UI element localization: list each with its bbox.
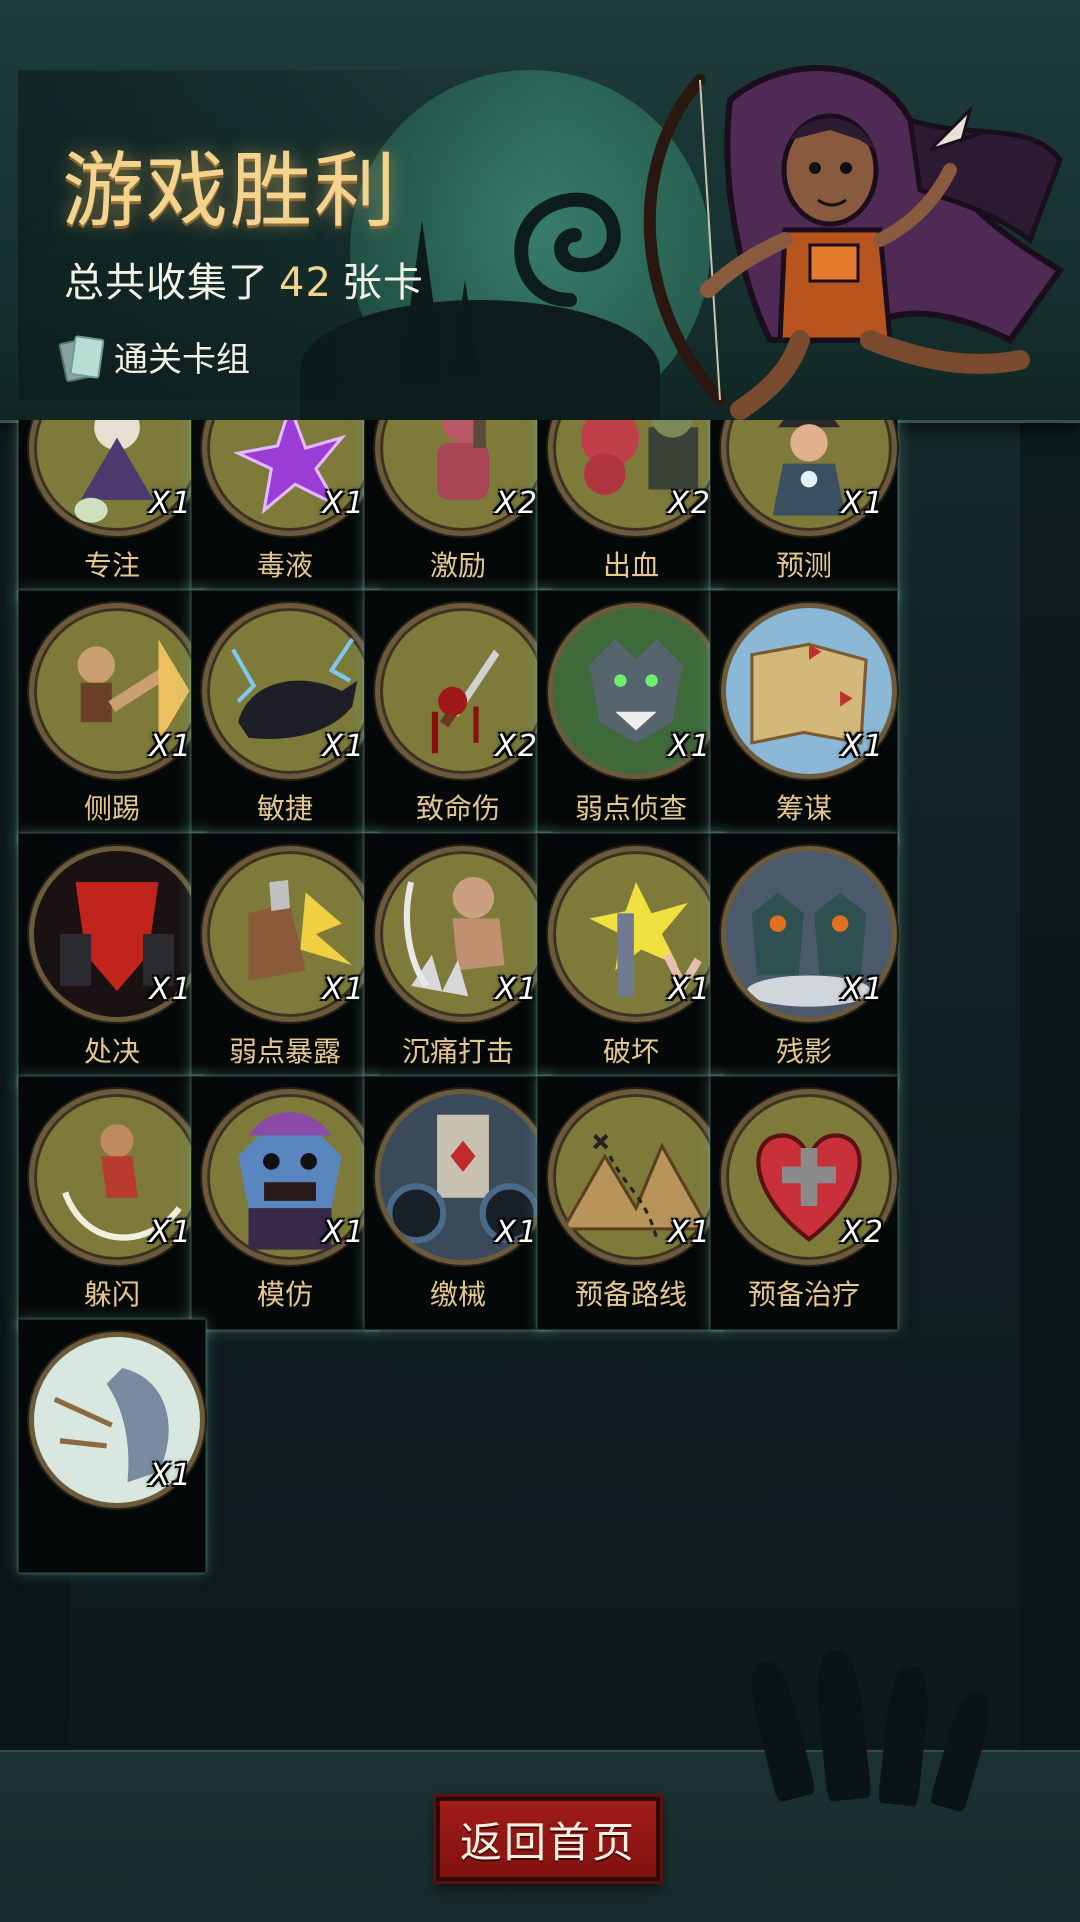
card-name: 预测 bbox=[775, 549, 832, 582]
cards-collected-summary: 总共收集了 42 张卡 bbox=[64, 250, 424, 308]
summary-suffix: 张卡 bbox=[341, 260, 424, 306]
card-name: 预备路线 bbox=[574, 1278, 687, 1311]
card-tile[interactable]: X2 预备治疗 bbox=[710, 1076, 898, 1330]
card-collection-grid: X1 专注 X1 毒液 X2 激励 X2 出血 X1 预测 X1 侧踢 X1 敏捷 X2 致命伤 X1 弱点侦查 X… bbox=[0, 420, 1080, 1750]
card-tile[interactable]: X1 残影 bbox=[710, 833, 898, 1087]
card-tile[interactable]: X1 bbox=[18, 1319, 206, 1573]
card-tile[interactable]: X1 缴械 bbox=[364, 1076, 552, 1330]
card-tile[interactable]: X1 躲闪 bbox=[18, 1076, 206, 1330]
card-count: X1 bbox=[841, 486, 885, 521]
card-tile[interactable]: X1 毒液 bbox=[191, 420, 379, 601]
card-count: X2 bbox=[495, 729, 539, 764]
card-name: 残影 bbox=[775, 1035, 832, 1068]
card-count: X1 bbox=[841, 729, 885, 764]
card-name: 致命伤 bbox=[415, 792, 500, 825]
card-tile[interactable]: X2 激励 bbox=[364, 420, 552, 601]
card-tile[interactable]: X1 处决 bbox=[18, 833, 206, 1087]
card-count: X1 bbox=[668, 729, 712, 764]
card-count: X2 bbox=[495, 486, 539, 521]
card-tile[interactable]: X1 弱点暴露 bbox=[191, 833, 379, 1087]
card-tile[interactable]: X1 敏捷 bbox=[191, 590, 379, 844]
return-home-button[interactable]: 返回首页 bbox=[436, 1797, 660, 1881]
cards-icon bbox=[58, 334, 105, 383]
card-name: 弱点侦查 bbox=[574, 792, 687, 825]
card-count: X1 bbox=[149, 1458, 193, 1493]
clear-deck-button[interactable]: 通关卡组 bbox=[58, 330, 250, 383]
card-count: X1 bbox=[149, 1215, 193, 1250]
clear-deck-label: 通关卡组 bbox=[114, 339, 250, 380]
card-tile[interactable]: X1 沉痛打击 bbox=[364, 833, 552, 1087]
card-tile[interactable]: X1 弱点侦查 bbox=[537, 590, 725, 844]
card-count: X1 bbox=[322, 729, 366, 764]
card-tile[interactable]: X2 出血 bbox=[537, 420, 725, 601]
card-count: X1 bbox=[841, 972, 885, 1007]
card-name: 预备治疗 bbox=[747, 1278, 860, 1311]
summary-prefix: 总共收集了 bbox=[64, 260, 269, 306]
card-count: X1 bbox=[495, 1215, 539, 1250]
card-count: X2 bbox=[668, 486, 712, 521]
card-name: 敏捷 bbox=[256, 792, 313, 825]
card-tile[interactable]: X1 预备路线 bbox=[537, 1076, 725, 1330]
card-name: 筹谋 bbox=[775, 792, 832, 825]
victory-header: 游戏胜利 总共收集了 42 张卡 通关卡组 bbox=[0, 0, 1080, 423]
victory-title: 游戏胜利 bbox=[62, 144, 399, 239]
card-name: 侧踢 bbox=[83, 792, 140, 825]
card-name: 出血 bbox=[602, 549, 659, 582]
summary-count: 42 bbox=[279, 260, 332, 306]
card-name: 躲闪 bbox=[83, 1278, 140, 1311]
card-count: X1 bbox=[668, 972, 712, 1007]
card-tile[interactable]: X1 破坏 bbox=[537, 833, 725, 1087]
card-count: X1 bbox=[149, 972, 193, 1007]
card-tile[interactable]: X2 致命伤 bbox=[364, 590, 552, 844]
card-name: 沉痛打击 bbox=[401, 1035, 514, 1068]
card-name: 缴械 bbox=[429, 1278, 486, 1311]
card-tile[interactable]: X1 筹谋 bbox=[710, 590, 898, 844]
card-count: X1 bbox=[668, 1215, 712, 1250]
card-tile[interactable]: X1 预测 bbox=[710, 420, 898, 601]
card-name: 弱点暴露 bbox=[228, 1035, 341, 1068]
card-name: 激励 bbox=[429, 549, 486, 582]
card-name: 破坏 bbox=[602, 1035, 659, 1068]
heroine-illustration bbox=[590, 40, 1070, 420]
card-count: X1 bbox=[322, 972, 366, 1007]
card-count: X2 bbox=[841, 1215, 885, 1250]
card-tile[interactable]: X1 侧踢 bbox=[18, 590, 206, 844]
card-count: X1 bbox=[322, 486, 366, 521]
card-name: 专注 bbox=[83, 549, 140, 582]
card-count: X1 bbox=[495, 972, 539, 1007]
card-tile[interactable]: X1 专注 bbox=[18, 420, 206, 601]
card-tile[interactable]: X1 模仿 bbox=[191, 1076, 379, 1330]
card-count: X1 bbox=[322, 1215, 366, 1250]
card-name: 处决 bbox=[83, 1035, 140, 1068]
card-name: 模仿 bbox=[256, 1278, 313, 1311]
card-count: X1 bbox=[149, 486, 193, 521]
card-count: X1 bbox=[149, 729, 193, 764]
card-name: 毒液 bbox=[256, 549, 313, 582]
